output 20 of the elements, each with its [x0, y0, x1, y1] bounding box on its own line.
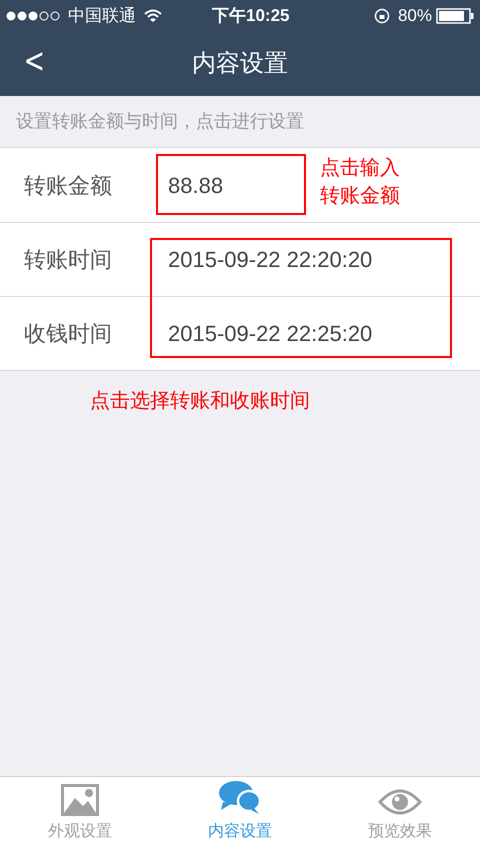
annotation-text: 点击输入转账金额: [320, 156, 401, 209]
annotation-text: 点击选择转账和收账时间: [90, 389, 310, 414]
chat-icon: [218, 780, 262, 816]
image-icon: [61, 784, 99, 816]
field-value[interactable]: 2015-09-22 22:20:20: [168, 243, 372, 276]
wifi-icon: [144, 9, 162, 23]
field-label: 转账金额: [24, 172, 113, 200]
eye-icon: [378, 788, 422, 816]
hint-text: 设置转账金额与时间，点击进行设置: [16, 110, 304, 133]
battery-percent: 80%: [398, 5, 432, 28]
back-button[interactable]: <: [24, 44, 45, 78]
field-label: 收钱时间: [24, 320, 113, 348]
field-label: 转账时间: [24, 246, 113, 274]
rotation-lock-icon: [374, 8, 390, 24]
clock-time: 下午10:25: [212, 5, 290, 28]
field-value[interactable]: 2015-09-22 22:25:20: [168, 317, 372, 350]
field-value[interactable]: 88.88: [168, 168, 224, 202]
page-title: 内容设置: [192, 49, 288, 79]
battery-icon: [436, 8, 474, 24]
carrier-name: 中国联通: [68, 5, 136, 28]
